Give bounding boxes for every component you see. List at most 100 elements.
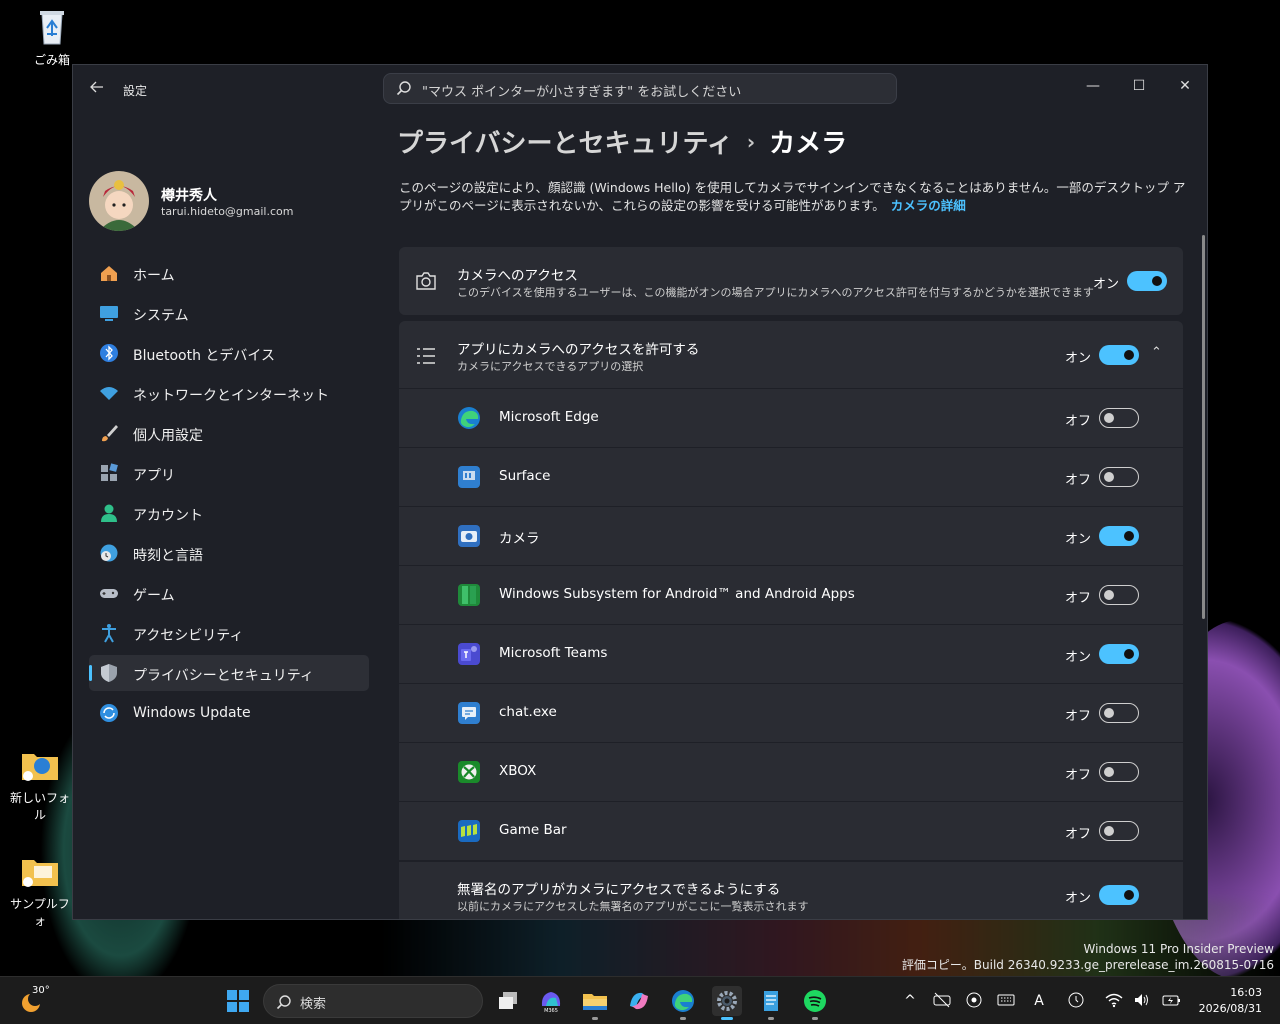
taskbar-app-edge[interactable] xyxy=(668,986,698,1020)
notepad-icon xyxy=(764,991,778,1011)
android-subsystem-icon xyxy=(458,584,480,606)
camera-details-link[interactable]: カメラの詳細 xyxy=(891,198,966,213)
breadcrumb: プライバシーとセキュリティ › カメラ xyxy=(397,123,847,160)
taskbar-app-settings[interactable] xyxy=(712,986,742,1020)
tray-focus-icon[interactable] xyxy=(1066,991,1086,1011)
sidebar-item-network[interactable]: ネットワークとインターネット xyxy=(89,375,369,411)
sidebar-item-gaming[interactable]: ゲーム xyxy=(89,575,369,611)
settings-search-input[interactable]: "マウス ポインターが小さすぎます" をお試しください xyxy=(383,73,897,104)
taskbar-clock[interactable]: 16:03 2026/08/31 xyxy=(1199,985,1262,1017)
toggle-state-label: オフ xyxy=(1065,768,1092,783)
sidebar-item-label: アクセシビリティ xyxy=(133,628,244,644)
page-description: このページの設定により、顔認識 (Windows Hello) を使用してカメラ… xyxy=(399,179,1189,215)
sidebar-item-bluetooth[interactable]: Bluetooth とデバイス xyxy=(89,335,369,371)
sidebar-item-label: システム xyxy=(133,308,189,324)
moon-clock-icon xyxy=(1068,992,1084,1008)
recycle-bin-icon xyxy=(40,11,64,45)
tray-privacy-icon[interactable] xyxy=(932,991,952,1011)
avatar[interactable] xyxy=(89,171,149,231)
app-name: Microsoft Edge xyxy=(499,409,599,425)
maximize-button[interactable]: ☐ xyxy=(1116,71,1162,101)
sidebar-item-apps[interactable]: アプリ xyxy=(89,455,369,491)
desktop-icon-label: 新しいフォル xyxy=(9,791,70,822)
tray-volume-icon[interactable] xyxy=(1132,991,1152,1011)
title-bar: 設定 "マウス ポインターが小さすぎます" をお試しください — ☐ ✕ xyxy=(73,65,1207,113)
app-toggle[interactable] xyxy=(1099,585,1139,605)
app-toggle[interactable] xyxy=(1099,526,1139,546)
app-name: Surface xyxy=(499,468,551,484)
toggle-state-label: オン xyxy=(1065,891,1092,906)
tray-copilot-icon[interactable] xyxy=(964,991,984,1011)
desktop-icon-recycle-bin[interactable]: ごみ箱 xyxy=(17,8,87,68)
setting-title: アプリにカメラへのアクセスを許可する xyxy=(457,342,700,358)
app-row-surface: Surface オフ xyxy=(399,448,1183,506)
toggle-state-label: オフ xyxy=(1065,591,1092,606)
app-access-toggle[interactable] xyxy=(1099,345,1139,365)
sidebar-item-accessibility[interactable]: アクセシビリティ xyxy=(89,615,369,651)
watermark-line: Windows 11 Pro Insider Preview xyxy=(1083,942,1274,956)
app-access-header[interactable]: アプリにカメラへのアクセスを許可する カメラにアクセスできるアプリの選択 オン … xyxy=(399,321,1183,388)
desktop-icon-new-folder[interactable]: 新しいフォル xyxy=(5,746,75,823)
app-toggle[interactable] xyxy=(1099,467,1139,487)
wifi-icon xyxy=(100,387,118,400)
app-row-wsa: Windows Subsystem for Android™ and Andro… xyxy=(399,566,1183,624)
tray-battery-icon[interactable] xyxy=(1162,991,1182,1011)
m365-icon: M365 xyxy=(541,992,561,1014)
tray-wifi-icon[interactable] xyxy=(1104,991,1124,1011)
copilot-icon xyxy=(630,992,648,1010)
search-icon xyxy=(276,995,291,1010)
search-placeholder: "マウス ポインターが小さすぎます" をお試しください xyxy=(422,85,742,100)
back-button[interactable] xyxy=(87,79,107,99)
unnamed-apps-toggle[interactable] xyxy=(1099,885,1139,905)
camera-access-card: カメラへのアクセス このデバイスを使用するユーザーは、この機能がオンの場合アプリ… xyxy=(399,247,1183,315)
taskbar-search-label: 検索 xyxy=(300,997,327,1012)
sidebar-item-personalization[interactable]: 個人用設定 xyxy=(89,415,369,451)
sidebar-item-privacy-security[interactable]: プライバシーとセキュリティ xyxy=(89,655,369,691)
app-name: Game Bar xyxy=(499,822,567,838)
sidebar-item-windows-update[interactable]: Windows Update xyxy=(89,695,369,731)
chevron-up-icon[interactable]: ⌃ xyxy=(1151,345,1162,360)
app-row-microsoft-edge: Microsoft Edge オフ xyxy=(399,389,1183,447)
close-button[interactable]: ✕ xyxy=(1162,71,1207,101)
sidebar-item-label: ゲーム xyxy=(133,588,175,604)
scrollbar[interactable] xyxy=(1202,235,1205,619)
app-toggle[interactable] xyxy=(1099,762,1139,782)
watermark-line: 評価コピー。Build 26340.9233.ge_prerelease_im.… xyxy=(901,958,1274,972)
location-icon xyxy=(966,992,982,1008)
tray-ime-indicator[interactable]: A xyxy=(1029,991,1049,1011)
taskbar-search[interactable]: 検索 xyxy=(263,984,483,1018)
app-toggle[interactable] xyxy=(1099,408,1139,428)
app-row-chat: chat.exe オフ xyxy=(399,684,1183,742)
start-button[interactable] xyxy=(226,989,250,1013)
tray-keyboard-icon[interactable] xyxy=(996,991,1016,1011)
taskbar-app-file-explorer[interactable] xyxy=(580,986,610,1020)
toggle-state-label: オン xyxy=(1065,532,1092,547)
task-view-button[interactable] xyxy=(494,986,524,1016)
game-bar-icon xyxy=(458,820,480,842)
taskbar-app-m365[interactable]: M365 xyxy=(536,986,566,1016)
breadcrumb-separator: › xyxy=(746,130,756,154)
sidebar-item-accounts[interactable]: アカウント xyxy=(89,495,369,531)
camera-privacy-icon xyxy=(933,992,951,1008)
app-toggle[interactable] xyxy=(1099,644,1139,664)
sidebar-item-system[interactable]: システム xyxy=(89,295,369,331)
app-toggle[interactable] xyxy=(1099,703,1139,723)
toggle-state-label: オフ xyxy=(1065,827,1092,842)
shield-icon xyxy=(101,664,117,682)
taskbar-app-spotify[interactable] xyxy=(800,986,830,1020)
tray-overflow-chevron[interactable]: ^ xyxy=(900,991,920,1011)
app-toggle[interactable] xyxy=(1099,821,1139,841)
chat-icon xyxy=(458,702,480,724)
minimize-button[interactable]: — xyxy=(1070,71,1116,101)
sidebar-item-time-language[interactable]: 時刻と言語 xyxy=(89,535,369,571)
desktop-icon-sample-folder[interactable]: サンプルフォ xyxy=(5,852,75,929)
camera-access-toggle[interactable] xyxy=(1127,271,1167,291)
camera-icon xyxy=(416,272,436,290)
sidebar-item-home[interactable]: ホーム xyxy=(89,255,369,291)
svg-text:M365: M365 xyxy=(544,1008,558,1014)
taskbar-app-notepad[interactable] xyxy=(756,986,786,1020)
breadcrumb-parent[interactable]: プライバシーとセキュリティ xyxy=(397,129,733,159)
taskbar-app-copilot[interactable] xyxy=(624,986,654,1016)
home-icon xyxy=(101,266,117,281)
setting-subtitle: このデバイスを使用するユーザーは、この機能がオンの場合アプリにカメラへのアクセス… xyxy=(457,286,1094,299)
